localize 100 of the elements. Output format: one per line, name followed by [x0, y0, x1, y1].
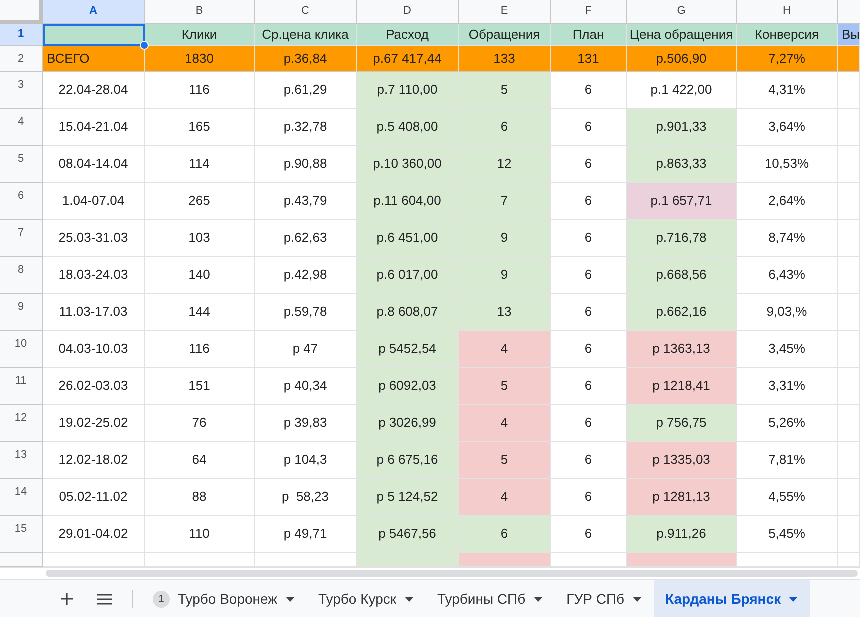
table-cell[interactable]: р.716,78: [627, 220, 737, 257]
column-header[interactable]: G: [627, 0, 737, 24]
column-header[interactable]: F: [551, 0, 627, 24]
table-cell[interactable]: р 1218,41: [627, 368, 737, 405]
row-header[interactable]: 13: [0, 442, 43, 479]
table-cell[interactable]: р.863,33: [627, 146, 737, 183]
table-cell[interactable]: 6: [551, 183, 627, 220]
table-cell[interactable]: [838, 183, 860, 220]
table-cell[interactable]: 3,31%: [737, 368, 838, 405]
table-cell[interactable]: р.59,78: [255, 294, 357, 331]
table-cell[interactable]: [838, 479, 860, 516]
table-cell[interactable]: р.911,26: [627, 516, 737, 553]
table-cell[interactable]: 12: [459, 146, 551, 183]
row-header[interactable]: 5: [0, 146, 43, 183]
column-header[interactable]: B: [145, 0, 255, 24]
table-cell[interactable]: р.506,90: [627, 46, 737, 72]
table-cell[interactable]: [627, 553, 737, 567]
table-cell[interactable]: р.7 110,00: [357, 72, 459, 109]
column-header[interactable]: H: [737, 0, 838, 24]
table-cell[interactable]: [838, 442, 860, 479]
table-cell[interactable]: 6: [551, 146, 627, 183]
table-cell[interactable]: 6: [459, 516, 551, 553]
table-cell[interactable]: [838, 46, 860, 72]
table-cell[interactable]: [459, 553, 551, 567]
table-cell[interactable]: 15.04-21.04: [43, 109, 145, 146]
table-cell[interactable]: р 5467,56: [357, 516, 459, 553]
column-heading[interactable]: План: [551, 24, 627, 46]
table-cell[interactable]: 3,64%: [737, 109, 838, 146]
table-cell[interactable]: [838, 405, 860, 442]
table-cell[interactable]: р.11 604,00: [357, 183, 459, 220]
table-cell[interactable]: 103: [145, 220, 255, 257]
table-cell[interactable]: [838, 109, 860, 146]
table-cell[interactable]: [838, 553, 860, 567]
sheet-tab[interactable]: 1 Турбо Воронеж: [141, 580, 307, 617]
table-cell[interactable]: [551, 553, 627, 567]
table-cell[interactable]: 6: [551, 442, 627, 479]
table-cell[interactable]: 1830: [145, 46, 255, 72]
sheet-tab[interactable]: Карданы Брянск: [654, 580, 810, 617]
table-cell[interactable]: 5: [459, 442, 551, 479]
table-cell[interactable]: 151: [145, 368, 255, 405]
table-cell[interactable]: р.36,84: [255, 46, 357, 72]
row-header[interactable]: 1: [0, 24, 43, 46]
table-cell[interactable]: 116: [145, 72, 255, 109]
column-header[interactable]: D: [357, 0, 459, 24]
table-cell[interactable]: 88: [145, 479, 255, 516]
table-cell[interactable]: 6: [551, 479, 627, 516]
table-cell[interactable]: [838, 331, 860, 368]
table-cell[interactable]: 6: [551, 257, 627, 294]
table-cell[interactable]: р.8 608,07: [357, 294, 459, 331]
row-header[interactable]: 12: [0, 405, 43, 442]
column-heading[interactable]: Клики: [145, 24, 255, 46]
column-heading[interactable]: Вы: [838, 24, 860, 46]
table-cell[interactable]: [838, 257, 860, 294]
table-cell[interactable]: 29.01-04.02: [43, 516, 145, 553]
table-cell[interactable]: 12.02-18.02: [43, 442, 145, 479]
table-cell[interactable]: [838, 294, 860, 331]
fill-handle[interactable]: [140, 41, 149, 50]
table-cell[interactable]: р 756,75: [627, 405, 737, 442]
table-cell[interactable]: 05.02-11.02: [43, 479, 145, 516]
table-cell[interactable]: 22.04-28.04: [43, 72, 145, 109]
table-cell[interactable]: 9,03,%: [737, 294, 838, 331]
table-cell[interactable]: 6: [551, 294, 627, 331]
table-cell[interactable]: р.62,63: [255, 220, 357, 257]
table-cell[interactable]: 4,55%: [737, 479, 838, 516]
sheet-tab[interactable]: Турбо Курск: [306, 580, 426, 617]
table-cell[interactable]: р 1363,13: [627, 331, 737, 368]
corner-select-all[interactable]: [0, 0, 43, 24]
table-cell[interactable]: р 58,23: [255, 479, 357, 516]
table-cell[interactable]: [838, 516, 860, 553]
table-cell[interactable]: 5: [459, 72, 551, 109]
table-cell[interactable]: 8,74%: [737, 220, 838, 257]
table-cell[interactable]: р 1335,03: [627, 442, 737, 479]
table-cell[interactable]: 4: [459, 479, 551, 516]
table-cell[interactable]: 6: [459, 109, 551, 146]
table-cell[interactable]: 19.02-25.02: [43, 405, 145, 442]
table-cell[interactable]: 4,31%: [737, 72, 838, 109]
table-cell[interactable]: 9: [459, 257, 551, 294]
table-cell[interactable]: р.901,33: [627, 109, 737, 146]
table-cell[interactable]: [255, 553, 357, 567]
table-cell[interactable]: 4: [459, 405, 551, 442]
table-cell[interactable]: р 49,71: [255, 516, 357, 553]
row-header[interactable]: 8: [0, 257, 43, 294]
column-heading[interactable]: Обращения: [459, 24, 551, 46]
row-header[interactable]: 6: [0, 183, 43, 220]
table-cell[interactable]: 265: [145, 183, 255, 220]
table-cell[interactable]: 2,64%: [737, 183, 838, 220]
table-cell[interactable]: р 47: [255, 331, 357, 368]
table-cell[interactable]: 04.03-10.03: [43, 331, 145, 368]
table-cell[interactable]: 131: [551, 46, 627, 72]
table-cell[interactable]: р 104,3: [255, 442, 357, 479]
table-cell[interactable]: 6: [551, 368, 627, 405]
table-cell[interactable]: 116: [145, 331, 255, 368]
table-cell[interactable]: р 5 124,52: [357, 479, 459, 516]
table-cell[interactable]: [43, 553, 145, 567]
column-header[interactable]: A: [43, 0, 145, 24]
column-heading[interactable]: Цена обращения: [627, 24, 737, 46]
table-cell[interactable]: ВСЕГО: [43, 46, 145, 72]
table-cell[interactable]: 6: [551, 220, 627, 257]
table-cell[interactable]: р 40,34: [255, 368, 357, 405]
table-cell[interactable]: 6: [551, 72, 627, 109]
